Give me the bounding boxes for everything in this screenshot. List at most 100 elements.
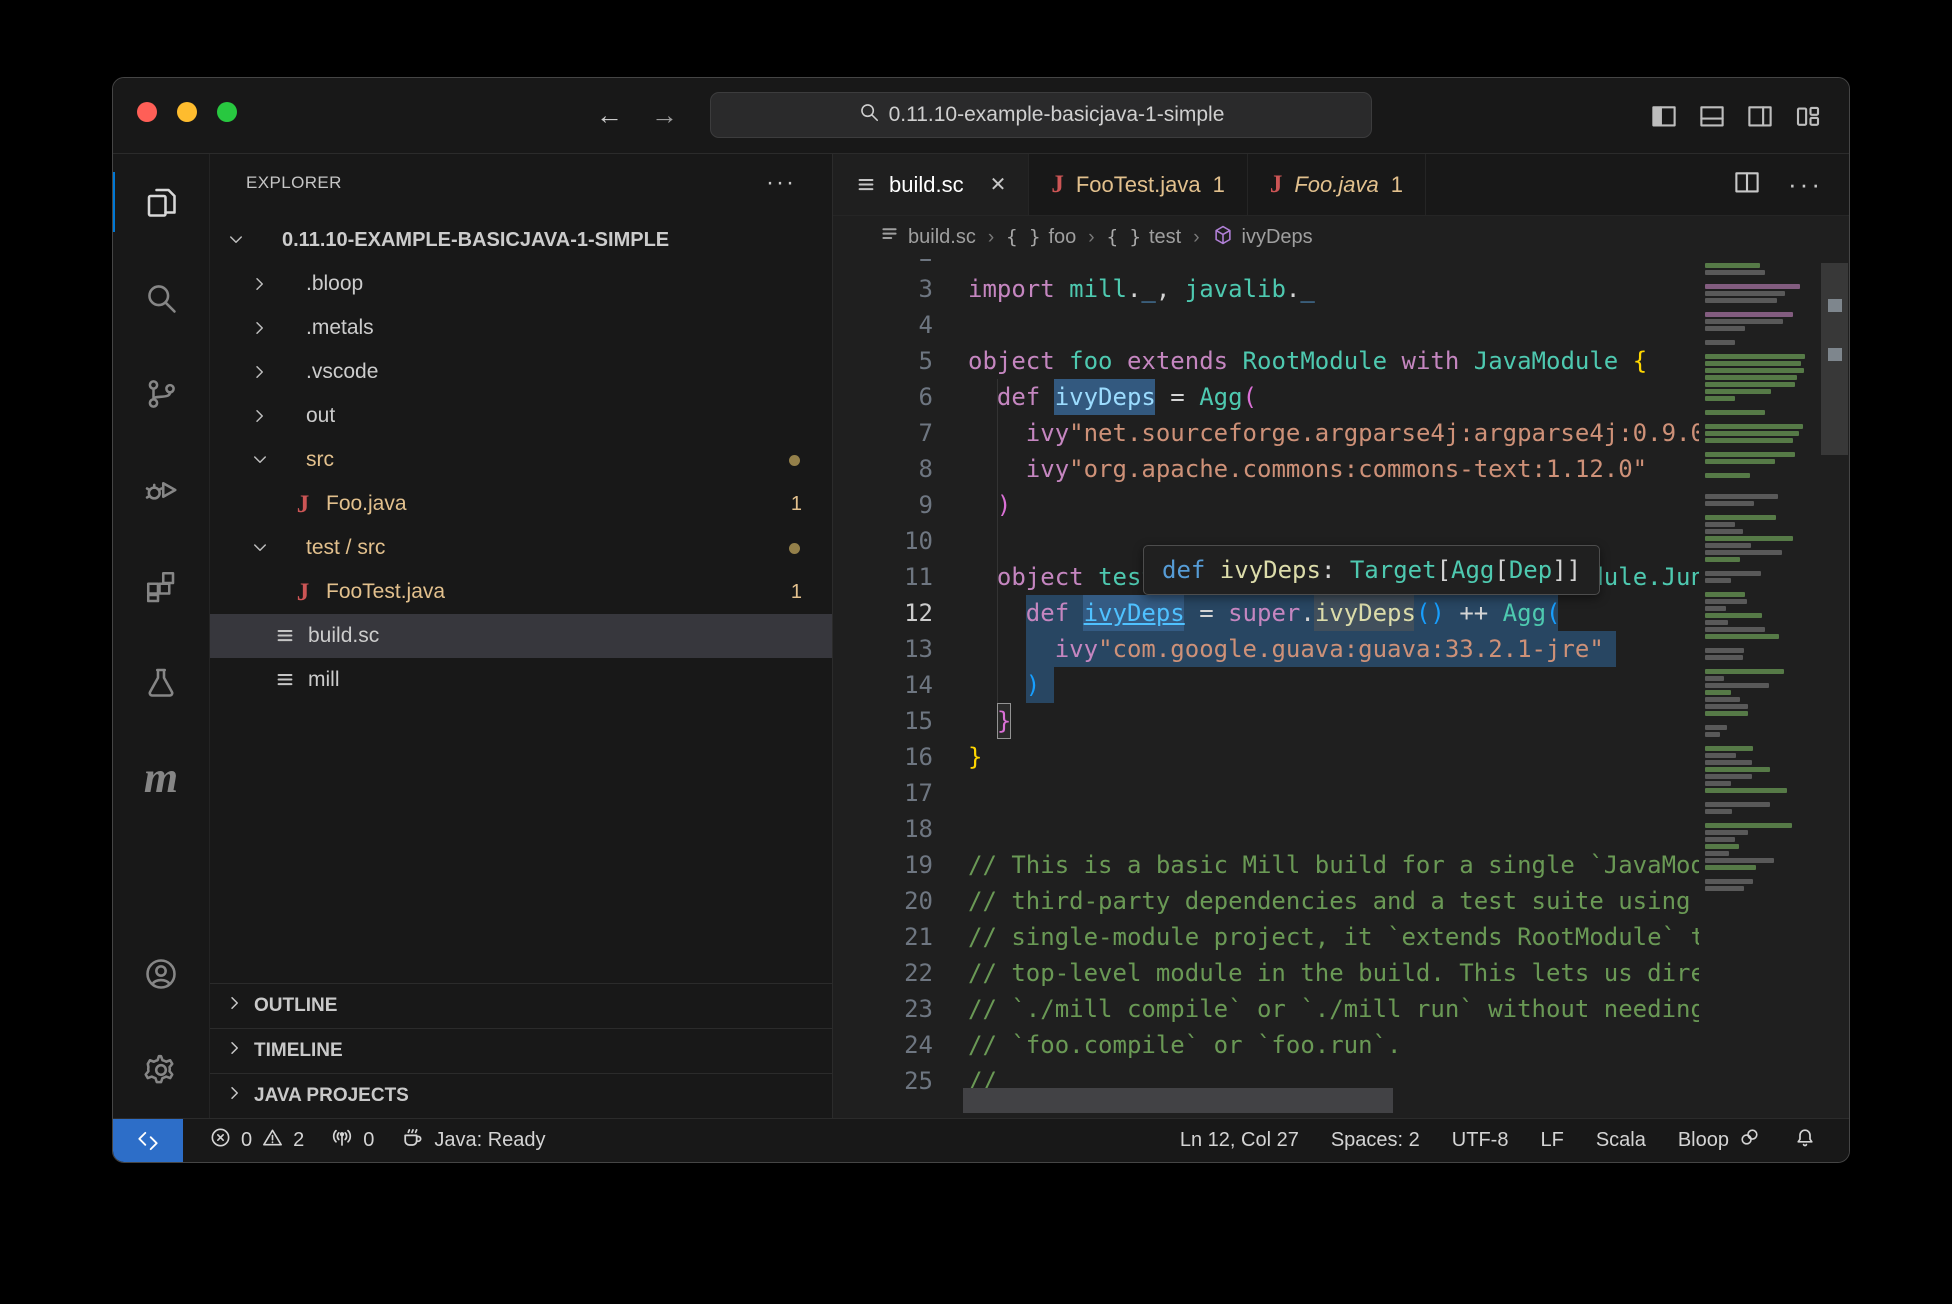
code-line-12[interactable]: 12 def ivyDeps = super.ivyDeps() ++ Agg( [833,595,1699,631]
sidebar-section-timeline[interactable]: TIMELINE [210,1028,832,1073]
code-line-14[interactable]: 14 ) [833,667,1699,703]
explorer-more-actions-button[interactable]: ··· [766,169,796,197]
zoom-window-button[interactable] [217,102,237,122]
sidebar-section-outline[interactable]: OUTLINE [210,983,832,1028]
tab-footest.java[interactable]: JFooTest.java1 [1029,154,1247,215]
activity-bar-mill[interactable]: m [113,730,209,826]
activity-bar-run-debug[interactable] [113,442,209,538]
tree-item-.metals[interactable]: .metals [210,306,832,350]
navigate-back-button[interactable]: ← [596,100,623,131]
tree-item-foo.java[interactable]: JFoo.java1 [210,482,832,526]
activity-bar-search[interactable] [113,250,209,346]
tab-build.sc[interactable]: build.sc ✕ [833,154,1029,215]
tree-item-src[interactable]: src [210,438,832,482]
tree-item-out[interactable]: out [210,394,832,438]
breadcrumb-item-test[interactable]: { }test [1107,226,1182,249]
breadcrumb-item-ivydeps[interactable]: ivyDeps [1212,224,1313,252]
code-line-8[interactable]: 8 ivy"org.apache.commons:commons-text:1.… [833,451,1699,487]
code-line-4[interactable]: 4 [833,307,1699,343]
activity-bar-testing[interactable] [113,634,209,730]
line-number: 13 [833,631,933,667]
horizontal-scrollbar[interactable] [963,1088,1393,1113]
tree-item-.vscode[interactable]: .vscode [210,350,832,394]
code-line-18[interactable]: 18 [833,811,1699,847]
java-icon: J [1270,172,1283,197]
tree-item-label: .bloop [306,272,363,296]
tree-item-.bloop[interactable]: .bloop [210,262,832,306]
activity-bar-extensions[interactable] [113,538,209,634]
code-line-13[interactable]: 13 ivy"com.google.guava:guava:33.2.1-jre… [833,631,1699,667]
breadcrumb-item-build.sc[interactable]: build.sc [879,224,976,251]
minimize-window-button[interactable] [177,102,197,122]
sidebar-section-java-projects[interactable]: JAVA PROJECTS [210,1073,832,1118]
activity-bar-explorer[interactable] [113,154,209,250]
code-line-24[interactable]: 24// `foo.compile` or `foo.run`. [833,1027,1699,1063]
split-editor-button[interactable] [1732,167,1762,202]
tree-item-test-src[interactable]: test / src [210,526,832,570]
tree-item-mill[interactable]: mill [210,658,832,702]
code-line-22[interactable]: 22// top-level module in the build. This… [833,955,1699,991]
code-line-20[interactable]: 20// third-party dependencies and a test… [833,883,1699,919]
breadcrumb-separator: › [988,227,994,249]
status-problems-count: 2 [293,1129,304,1152]
code-line-9[interactable]: 9 ) [833,487,1699,523]
code-editor[interactable]: 23import mill._, javalib._45object foo e… [833,259,1849,1118]
status-ports[interactable]: 0 [330,1126,374,1156]
status-encoding[interactable]: UTF-8 [1452,1129,1509,1152]
java-icon: J [1051,172,1064,197]
vertical-scrollbar[interactable] [1819,259,1849,1118]
breadcrumb-label: test [1149,226,1181,249]
tree-item-label: build.sc [308,624,379,648]
scala-icon [272,669,298,691]
toggle-secondary-sidebar-button[interactable] [1745,101,1775,131]
close-tab-icon[interactable]: ✕ [990,172,1007,197]
activity-bar-spacer [113,826,209,926]
code-line-19[interactable]: 19// This is a basic Mill build for a si… [833,847,1699,883]
status-bloop[interactable]: Bloop [1678,1126,1761,1155]
line-number: 5 [833,343,933,379]
chevron-right-icon [226,1084,244,1108]
line-content: // This is a basic Mill build for a sing… [933,847,1699,883]
tab-foo.java[interactable]: JFoo.java1 [1248,154,1426,215]
navigate-forward-button[interactable]: → [651,100,678,131]
code-line-17[interactable]: 17 [833,775,1699,811]
command-center-search[interactable]: 0.11.10-example-basicjava-1-simple [710,92,1372,138]
line-content: object foo extends RootModule with JavaM… [933,343,1647,379]
code-line-6[interactable]: 6 def ivyDeps = Agg( [833,379,1699,415]
tree-item-label: out [306,404,335,428]
tree-item-footest.java[interactable]: JFooTest.java1 [210,570,832,614]
close-window-button[interactable] [137,102,157,122]
status-language-mode[interactable]: Scala [1596,1129,1646,1152]
line-number: 9 [833,487,933,523]
breadcrumb-item-foo[interactable]: { }foo [1006,226,1076,249]
tree-item-0.11.10-example-basicjava-1-simple[interactable]: 0.11.10-EXAMPLE-BASICJAVA-1-SIMPLE [210,218,832,262]
minimap[interactable] [1699,259,1849,1118]
activity-bar-settings[interactable] [113,1022,209,1118]
customize-layout-button[interactable] [1793,101,1823,131]
code-line-3[interactable]: 3import mill._, javalib._ [833,271,1699,307]
line-content: ivy"com.google.guava:guava:33.2.1-jre" [933,631,1604,667]
line-content: ) [933,667,1040,703]
tab-label: build.sc [889,172,964,198]
code-line-23[interactable]: 23// `./mill compile` or `./mill run` wi… [833,991,1699,1027]
code-line-15[interactable]: 15 } [833,703,1699,739]
code-line-21[interactable]: 21// single-module project, it `extends … [833,919,1699,955]
activity-bar-source-control[interactable] [113,346,209,442]
code-line-2[interactable]: 2 [833,259,1699,271]
code-line-5[interactable]: 5object foo extends RootModule with Java… [833,343,1699,379]
line-number: 4 [833,307,933,343]
toggle-primary-sidebar-button[interactable] [1649,101,1679,131]
status-problems[interactable]: 02 [209,1126,304,1155]
status-eol[interactable]: LF [1540,1129,1563,1152]
remote-indicator[interactable] [113,1119,183,1162]
code-line-7[interactable]: 7 ivy"net.sourceforge.argparse4j:argpars… [833,415,1699,451]
status-indentation[interactable]: Spaces: 2 [1331,1129,1420,1152]
toggle-panel-button[interactable] [1697,101,1727,131]
status-java-status[interactable]: Java: Ready [400,1125,545,1156]
code-line-16[interactable]: 16} [833,739,1699,775]
activity-bar-accounts[interactable] [113,926,209,1022]
editor-more-actions-button[interactable]: ··· [1788,169,1823,200]
status-notifications[interactable] [1793,1126,1817,1156]
status-cursor-position[interactable]: Ln 12, Col 27 [1180,1129,1299,1152]
tree-item-build.sc[interactable]: build.sc [210,614,832,658]
